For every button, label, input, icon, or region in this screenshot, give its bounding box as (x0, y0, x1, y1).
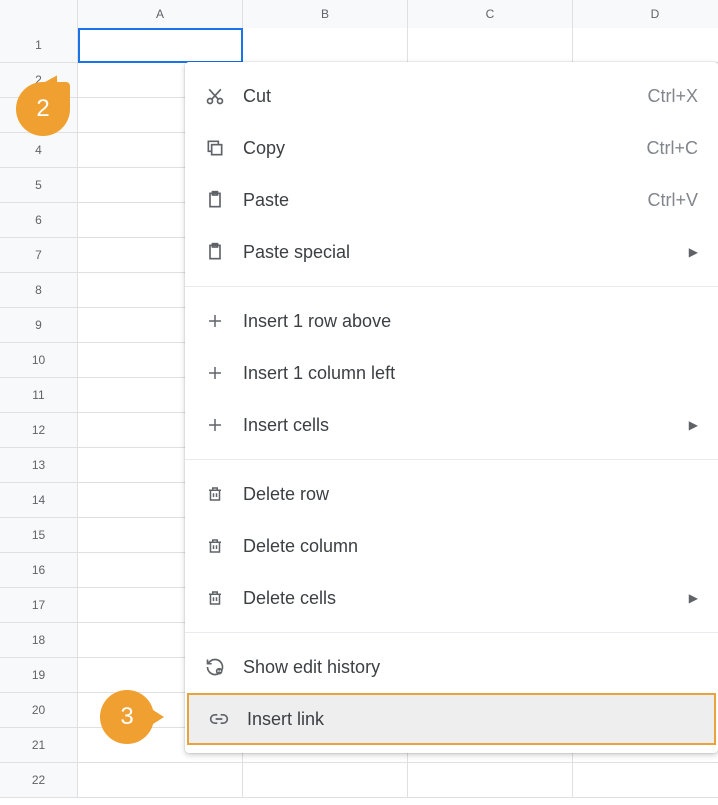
cell[interactable] (408, 763, 573, 797)
cell[interactable] (573, 28, 718, 62)
menu-label: Insert 1 column left (243, 363, 698, 384)
row-header[interactable]: 6 (0, 203, 78, 237)
menu-shortcut: Ctrl+V (647, 190, 698, 211)
row-header[interactable]: 15 (0, 518, 78, 552)
menu-label: Show edit history (243, 657, 698, 678)
menu-delete-row[interactable]: Delete row (185, 468, 718, 520)
row-header[interactable]: 9 (0, 308, 78, 342)
cell[interactable] (243, 763, 408, 797)
row-header[interactable]: 22 (0, 763, 78, 797)
row-header[interactable]: 1 (0, 28, 78, 62)
menu-insert-row[interactable]: Insert 1 row above (185, 295, 718, 347)
menu-paste[interactable]: Paste Ctrl+V (185, 174, 718, 226)
menu-shortcut: Ctrl+X (647, 86, 698, 107)
menu-label: Delete column (243, 536, 698, 557)
row-header[interactable]: 16 (0, 553, 78, 587)
menu-label: Delete row (243, 484, 698, 505)
row-header[interactable]: 12 (0, 413, 78, 447)
cell[interactable] (573, 763, 718, 797)
menu-label: Delete cells (243, 588, 689, 609)
plus-icon (205, 415, 225, 435)
row-header[interactable]: 10 (0, 343, 78, 377)
menu-shortcut: Ctrl+C (646, 138, 698, 159)
col-header-d[interactable]: D (573, 0, 718, 28)
col-header-a[interactable]: A (78, 0, 243, 28)
menu-copy[interactable]: Copy Ctrl+C (185, 122, 718, 174)
trash-icon (205, 588, 225, 608)
row-header[interactable]: 21 (0, 728, 78, 762)
paste-icon (205, 242, 225, 262)
col-header-b[interactable]: B (243, 0, 408, 28)
menu-insert-cells[interactable]: Insert cells ▶ (185, 399, 718, 451)
row-header[interactable]: 7 (0, 238, 78, 272)
row-header[interactable]: 17 (0, 588, 78, 622)
row-header[interactable]: 4 (0, 133, 78, 167)
plus-icon (205, 311, 225, 331)
cut-icon (205, 86, 225, 106)
menu-label: Copy (243, 138, 646, 159)
menu-insert-column[interactable]: Insert 1 column left (185, 347, 718, 399)
row-header[interactable]: 20 (0, 693, 78, 727)
submenu-arrow-icon: ▶ (689, 245, 698, 259)
plus-icon (205, 363, 225, 383)
menu-divider (185, 632, 718, 633)
link-icon (209, 709, 229, 729)
row-header[interactable]: 19 (0, 658, 78, 692)
row-header[interactable]: 14 (0, 483, 78, 517)
menu-label: Paste (243, 190, 647, 211)
history-icon (205, 657, 225, 677)
row-header[interactable]: 11 (0, 378, 78, 412)
row-header[interactable]: 13 (0, 448, 78, 482)
menu-cut[interactable]: Cut Ctrl+X (185, 70, 718, 122)
row-header[interactable]: 5 (0, 168, 78, 202)
cell[interactable] (78, 763, 243, 797)
menu-label: Cut (243, 86, 647, 107)
submenu-arrow-icon: ▶ (689, 418, 698, 432)
row-22: 22 (0, 763, 718, 798)
row-1: 1 (0, 28, 718, 63)
cell[interactable] (78, 28, 243, 62)
menu-delete-column[interactable]: Delete column (185, 520, 718, 572)
row-header[interactable]: 8 (0, 273, 78, 307)
menu-insert-link[interactable]: Insert link (187, 693, 716, 745)
menu-paste-special[interactable]: Paste special ▶ (185, 226, 718, 278)
paste-icon (205, 190, 225, 210)
menu-delete-cells[interactable]: Delete cells ▶ (185, 572, 718, 624)
callout-step-2: 2 (16, 82, 70, 136)
cell[interactable] (243, 28, 408, 62)
menu-show-history[interactable]: Show edit history (185, 641, 718, 693)
submenu-arrow-icon: ▶ (689, 591, 698, 605)
select-all-corner[interactable] (0, 0, 78, 28)
menu-label: Paste special (243, 242, 689, 263)
row-header[interactable]: 18 (0, 623, 78, 657)
menu-label: Insert link (247, 709, 694, 730)
menu-divider (185, 286, 718, 287)
menu-divider (185, 459, 718, 460)
column-headers: A B C D (0, 0, 718, 28)
context-menu: Cut Ctrl+X Copy Ctrl+C Paste Ctrl+V Past… (185, 62, 718, 753)
menu-label: Insert cells (243, 415, 689, 436)
menu-label: Insert 1 row above (243, 311, 698, 332)
trash-icon (205, 484, 225, 504)
copy-icon (205, 138, 225, 158)
col-header-c[interactable]: C (408, 0, 573, 28)
callout-step-3: 3 (100, 690, 154, 744)
cell[interactable] (408, 28, 573, 62)
trash-icon (205, 536, 225, 556)
